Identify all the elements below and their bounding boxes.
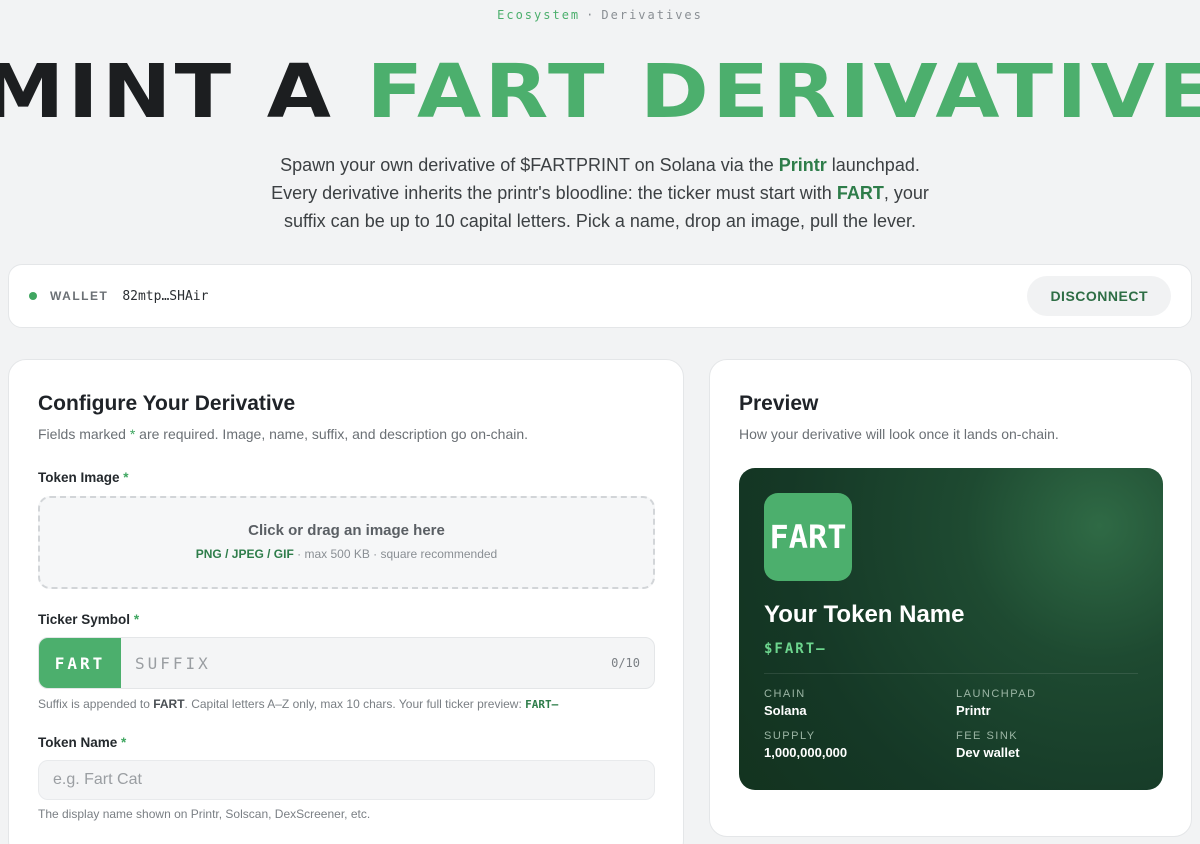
- preview-card: Preview How your derivative will look on…: [709, 359, 1192, 837]
- breadcrumb-ecosystem[interactable]: Ecosystem: [497, 8, 580, 22]
- meta-value: Printr: [956, 703, 991, 718]
- hero-text: suffix can be up to 10 capital letters. …: [283, 211, 917, 231]
- wallet-label: WALLET: [50, 289, 109, 303]
- token-preview-card: FART Your Token Name $FART— CHAIN Solana …: [739, 468, 1163, 790]
- ticker-field: FART 0/10: [38, 637, 655, 689]
- preview-subtitle: How your derivative will look once it la…: [739, 426, 1059, 442]
- meta-value: Solana: [764, 703, 807, 718]
- token-name-preview: Your Token Name: [764, 601, 965, 628]
- meta-fee-sink: FEE SINK Dev wallet: [956, 730, 1148, 760]
- dropzone-note: PNG / JPEG / GIF · max 500 KB · square r…: [40, 547, 653, 561]
- hint-prefix: FART: [153, 697, 185, 711]
- token-image-label: Token Image *: [38, 470, 129, 485]
- meta-label: LAUNCHPAD: [956, 688, 1037, 700]
- wallet-address: 82mtp…SHAir: [122, 288, 209, 304]
- printr-link[interactable]: Printr: [779, 155, 827, 175]
- configure-card: Configure Your Derivative Fields marked …: [8, 359, 684, 844]
- dropzone-limits: · max 500 KB · square recommended: [293, 547, 498, 561]
- hero-text: Every derivative inherits the printr's b…: [271, 183, 837, 203]
- ticker-preview: FART—: [525, 698, 559, 711]
- label-text: Token Image: [38, 470, 120, 485]
- wallet-bar: WALLET 82mtp…SHAir DISCONNECT: [8, 264, 1192, 328]
- divider: [764, 673, 1138, 674]
- meta-value: Dev wallet: [956, 745, 1020, 760]
- meta-supply: SUPPLY 1,000,000,000: [764, 730, 956, 760]
- hero-description: Spawn your own derivative of $FARTPRINT …: [230, 151, 970, 235]
- breadcrumb-derivatives[interactable]: Derivatives: [601, 8, 702, 22]
- disconnect-button[interactable]: DISCONNECT: [1027, 276, 1171, 316]
- required-marker: *: [133, 612, 140, 627]
- fart-prefix-highlight: FART: [836, 183, 884, 203]
- required-marker: *: [123, 470, 129, 485]
- hint-text: . Capital letters A–Z only, max 10 chars…: [184, 697, 526, 711]
- connected-status-dot: [29, 292, 37, 300]
- ticker-symbol-label: Ticker Symbol *: [38, 612, 139, 627]
- label-text: Token Name: [38, 735, 118, 750]
- hero-text: launchpad.: [826, 155, 920, 175]
- preview-title: Preview: [739, 392, 819, 415]
- hint-text: Suffix is appended to: [38, 697, 154, 711]
- meta-label: CHAIN: [764, 688, 806, 700]
- image-dropzone[interactable]: Click or drag an image here PNG / JPEG /…: [38, 496, 655, 589]
- page-title-plain: MINT A: [0, 49, 335, 135]
- page-title: MINT A FART DERIVATIVE: [0, 52, 1200, 132]
- ticker-prefix: FART: [39, 638, 121, 688]
- token-ticker-preview: $FART—: [764, 641, 827, 657]
- dropzone-formats: PNG / JPEG / GIF: [195, 547, 294, 561]
- meta-launchpad: LAUNCHPAD Printr: [956, 688, 1148, 718]
- page-title-accent: FART DERIVATIVE: [366, 49, 1200, 135]
- meta-label: SUPPLY: [764, 730, 816, 742]
- required-marker: *: [121, 735, 127, 750]
- token-meta-grid: CHAIN Solana LAUNCHPAD Printr SUPPLY 1,000,…: [764, 688, 1138, 760]
- token-name-hint: The display name shown on Printr, Solsca…: [38, 807, 371, 821]
- meta-value: 1,000,000,000: [764, 745, 848, 760]
- meta-chain: CHAIN Solana: [764, 688, 956, 718]
- ticker-hint: Suffix is appended to FART. Capital lett…: [38, 697, 558, 711]
- subtitle-text: Fields marked: [38, 426, 130, 442]
- token-name-label: Token Name *: [38, 735, 126, 750]
- configure-subtitle: Fields marked * are required. Image, nam…: [38, 426, 654, 442]
- label-text: Ticker Symbol: [38, 612, 131, 627]
- ticker-suffix-input[interactable]: [121, 653, 612, 673]
- dropzone-title: Click or drag an image here: [248, 522, 445, 539]
- meta-label: FEE SINK: [956, 730, 1019, 742]
- breadcrumb-separator: ·: [586, 8, 596, 22]
- hero-text: Spawn your own derivative of $FARTPRINT …: [280, 155, 779, 175]
- configure-title: Configure Your Derivative: [38, 392, 296, 415]
- subtitle-text: are required. Image, name, suffix, and d…: [135, 426, 529, 442]
- token-name-input[interactable]: [38, 760, 655, 800]
- ticker-char-count: 0/10: [611, 656, 640, 670]
- hero-text: , your: [883, 183, 929, 203]
- breadcrumb: Ecosystem · Derivatives: [0, 8, 1200, 22]
- token-logo: FART: [764, 493, 852, 581]
